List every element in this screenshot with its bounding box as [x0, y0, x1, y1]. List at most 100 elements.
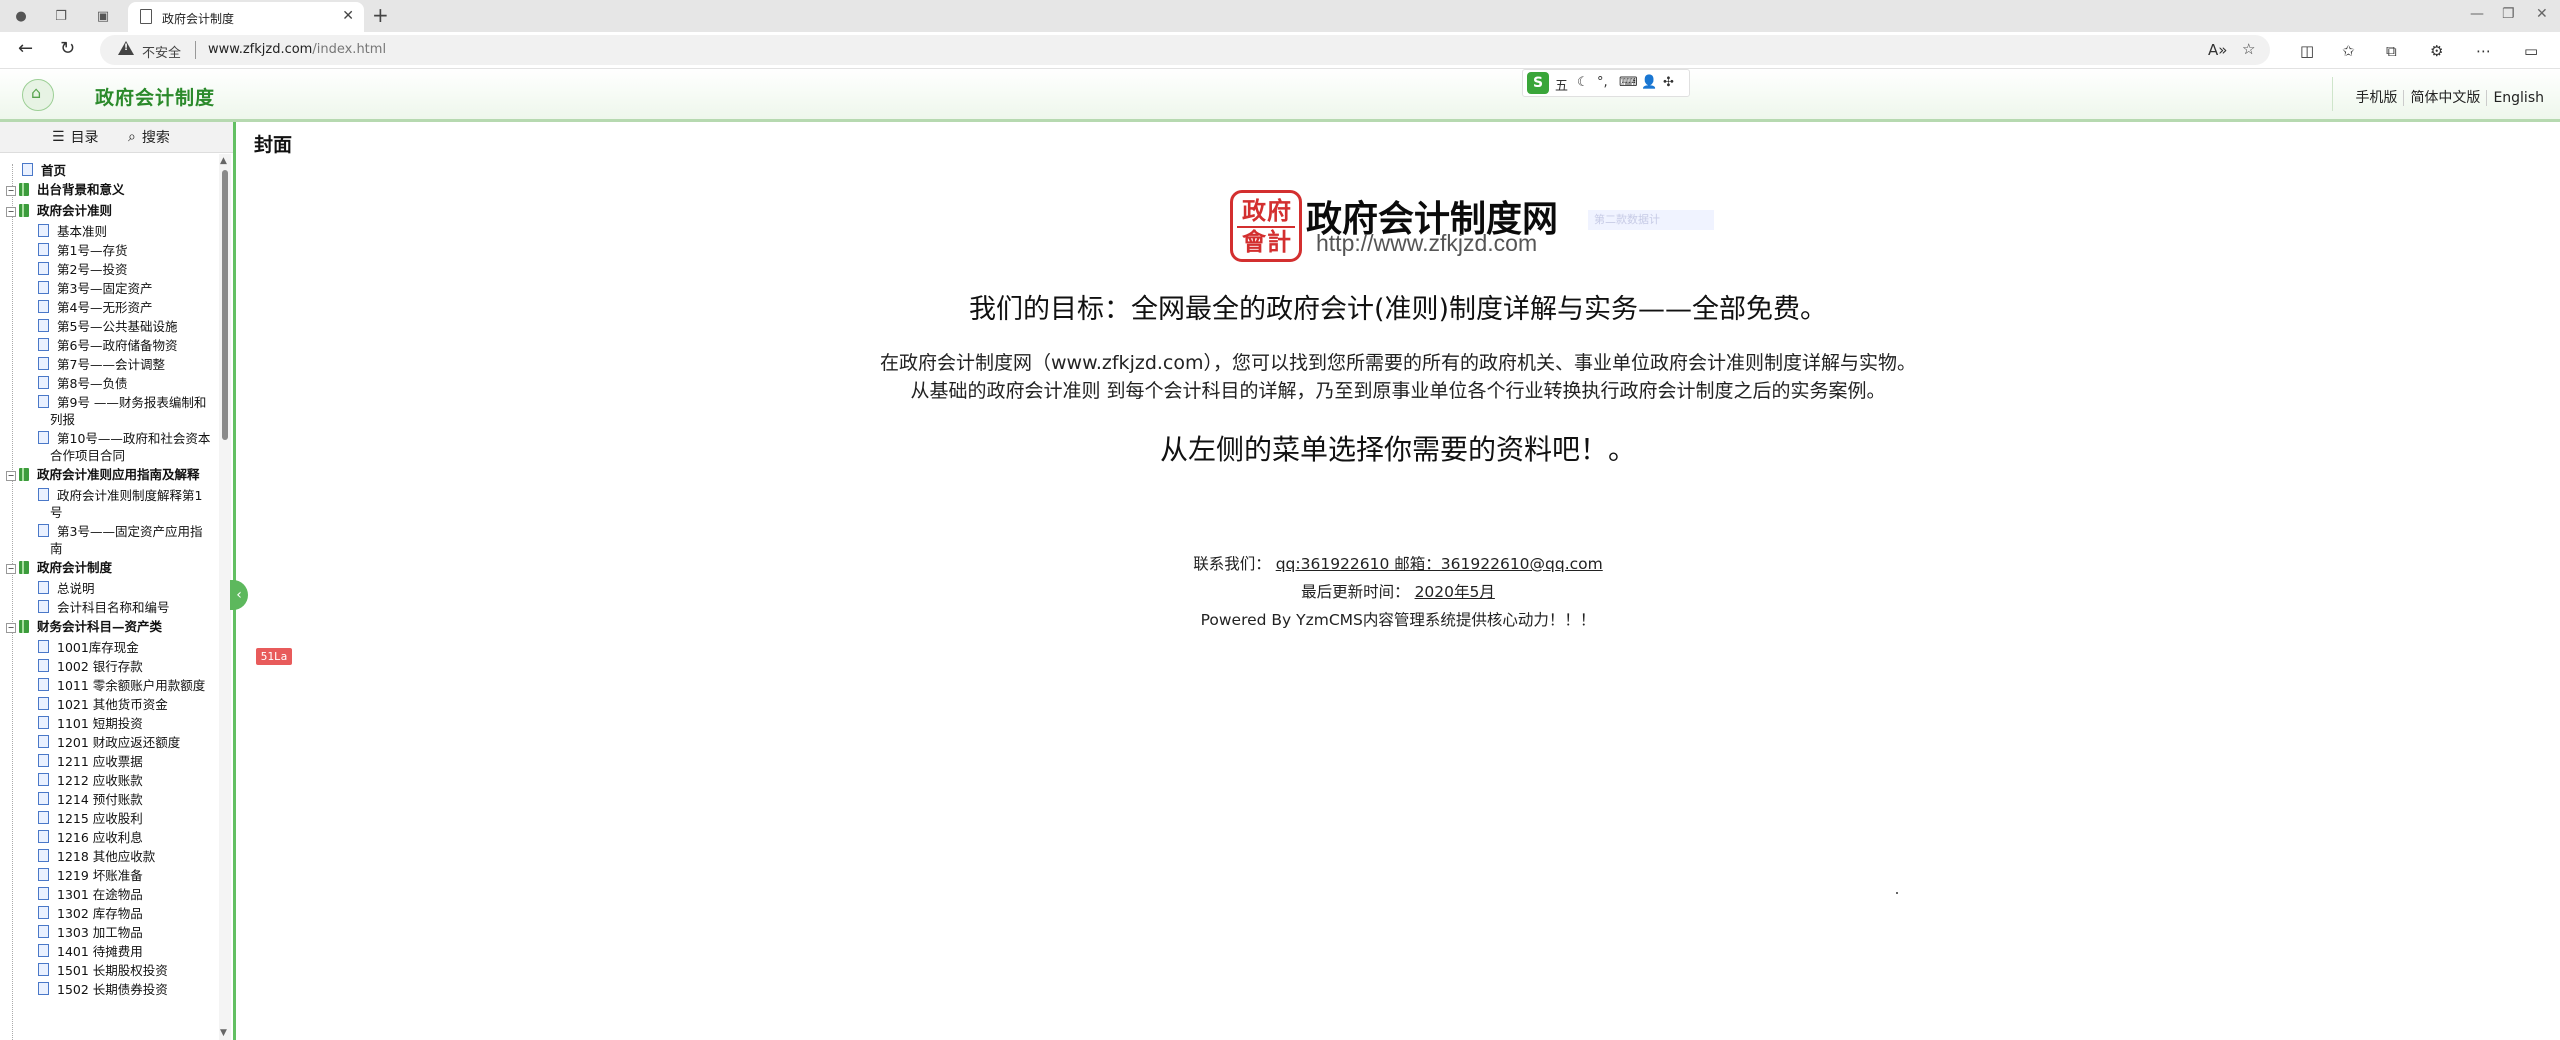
tree-item[interactable]: − 政府会计准则	[6, 202, 112, 219]
tab-search[interactable]: ⌕ 搜索	[128, 127, 170, 147]
tree-item[interactable]: 第5号—公共基础设施	[38, 318, 177, 335]
tree-item[interactable]: 总说明	[38, 580, 95, 597]
tree-item[interactable]: 1502 长期债券投资	[38, 981, 168, 998]
tree-item[interactable]: − 出台背景和意义	[6, 181, 125, 198]
tree-item[interactable]: 1219 坏账准备	[38, 867, 143, 884]
tree-item-continued[interactable]: 合作项目合同	[50, 447, 125, 464]
tree-item[interactable]: 第8号—负债	[38, 375, 127, 392]
simplified-chinese-link[interactable]: 简体中文版	[2410, 90, 2480, 106]
tree-item[interactable]: 基本准则	[38, 223, 107, 240]
split-screen-icon[interactable]: ◫	[2300, 42, 2314, 60]
tree-item[interactable]: 1401 待摊费用	[38, 943, 143, 960]
close-window-button[interactable]: ✕	[2536, 6, 2548, 22]
stats-badge[interactable]: 51La	[256, 648, 292, 665]
security-label[interactable]: 不安全	[142, 42, 181, 61]
tree-item[interactable]: 1215 应收股利	[38, 810, 143, 827]
tree-item[interactable]: 第2号—投资	[38, 261, 127, 278]
vertical-tabs-icon[interactable]: ▣	[92, 6, 114, 26]
page-icon	[38, 754, 49, 767]
tree-item[interactable]: 1002 银行存款	[38, 658, 143, 675]
tree-item[interactable]: 1211 应收票据	[38, 753, 143, 770]
tree-item[interactable]: − 财务会计科目—资产类	[6, 618, 162, 635]
user-icon[interactable]: 👤	[1641, 75, 1657, 90]
favorite-star-icon[interactable]: ☆	[2242, 40, 2255, 58]
restore-button[interactable]: ❐	[2502, 6, 2515, 22]
intro-line-1: 在政府会计制度网（www.zfkjzd.com），您可以找到您所需要的所有的政府…	[879, 352, 1916, 374]
scroll-up-icon[interactable]: ▲	[220, 156, 227, 166]
minimize-button[interactable]: —	[2470, 6, 2484, 22]
tree-item[interactable]: 1301 在途物品	[38, 886, 143, 903]
address-bar[interactable]: 不安全 www.zfkjzd.com/index.html A» ☆	[100, 35, 2270, 65]
tree-item[interactable]: 1212 应收账款	[38, 772, 143, 789]
favorites-icon[interactable]: ✩	[2342, 42, 2355, 60]
page-icon	[38, 830, 49, 843]
new-tab-button[interactable]: +	[372, 3, 389, 27]
tree-item-continued[interactable]: 号	[50, 504, 63, 521]
tree-item[interactable]: 1303 加工物品	[38, 924, 143, 941]
tree-item[interactable]: 1302 库存物品	[38, 905, 143, 922]
browser-tab[interactable]: 政府会计制度 ✕	[128, 2, 364, 32]
scrollbar-thumb[interactable]	[222, 170, 228, 440]
ime-mode-label[interactable]: 五	[1555, 75, 1568, 94]
tree-item[interactable]: 第4号—无形资产	[38, 299, 152, 316]
ime-toolbar[interactable]: S 五 ☾ °, ⌨ 👤 ✣	[1522, 69, 1690, 97]
mobile-version-link[interactable]: 手机版	[2355, 90, 2397, 106]
tree-item[interactable]: 1501 长期股权投资	[38, 962, 168, 979]
site-title[interactable]: 政府会计制度	[95, 83, 215, 110]
collapse-toggle-icon[interactable]: −	[6, 623, 16, 633]
collapse-toggle-icon[interactable]: −	[6, 471, 16, 481]
profile-icon[interactable]: ●	[10, 6, 32, 26]
keyboard-icon[interactable]: ⌨	[1619, 75, 1638, 90]
tree-item[interactable]: 第9号 ——财务报表编制和	[38, 394, 206, 411]
sidebar-toggle-icon[interactable]: ▭	[2524, 42, 2538, 60]
tree-item[interactable]: − 政府会计准则应用指南及解释	[6, 466, 200, 483]
tree-item[interactable]: 第3号—固定资产	[38, 280, 152, 297]
tab-catalog[interactable]: ☰ 目录	[52, 127, 99, 147]
extension-icon[interactable]: ⚙	[2430, 42, 2443, 60]
tree-item[interactable]: 第3号——固定资产应用指	[38, 523, 202, 540]
scroll-down-icon[interactable]: ▼	[220, 1028, 227, 1038]
reload-button[interactable]: ↻	[60, 38, 75, 59]
moon-icon[interactable]: ☾	[1577, 75, 1589, 90]
page-icon	[38, 581, 49, 594]
collapse-toggle-icon[interactable]: −	[6, 564, 16, 574]
tree-item[interactable]: 第10号——政府和社会资本	[38, 430, 210, 447]
tree-item[interactable]: 第6号—政府储备物资	[38, 337, 177, 354]
workspaces-icon[interactable]: ❐	[50, 6, 72, 26]
tree-item[interactable]: 首页	[8, 162, 66, 179]
page-icon	[38, 659, 49, 672]
tree-item[interactable]: 1201 财政应返还额度	[38, 734, 180, 751]
collections-icon[interactable]: ⧉	[2386, 42, 2397, 60]
tree-item[interactable]: 1011 零余额账户用款额度	[38, 677, 205, 694]
tree-item[interactable]: 1021 其他货币资金	[38, 696, 168, 713]
punctuation-icon[interactable]: °,	[1597, 75, 1608, 90]
home-icon[interactable]	[22, 79, 54, 111]
url-text[interactable]: www.zfkjzd.com/index.html	[208, 42, 386, 57]
tree-item-continued[interactable]: 列报	[50, 411, 75, 428]
tree-item[interactable]: 政府会计准则制度解释第1	[38, 487, 202, 504]
tree-item[interactable]: 1218 其他应收款	[38, 848, 155, 865]
updated-link[interactable]: 2020年5月	[1415, 583, 1495, 601]
tree-item[interactable]: 第1号—存货	[38, 242, 127, 259]
page-icon	[38, 281, 49, 294]
collapse-toggle-icon[interactable]: −	[6, 207, 16, 217]
book-icon	[19, 620, 29, 633]
more-menu-icon[interactable]: ⋯	[2476, 42, 2491, 60]
tree-item[interactable]: 1001库存现金	[38, 639, 139, 656]
read-aloud-icon[interactable]: A»	[2208, 41, 2227, 59]
page-icon	[38, 868, 49, 881]
tree-item-continued[interactable]: 南	[50, 540, 63, 557]
tree-item[interactable]: 第7号——会计调整	[38, 356, 165, 373]
collapse-toggle-icon[interactable]: −	[6, 186, 16, 196]
grid-icon[interactable]: ✣	[1663, 75, 1674, 90]
tree-item[interactable]: 1216 应收利息	[38, 829, 143, 846]
tree-item[interactable]: 1214 预付账款	[38, 791, 143, 808]
back-button[interactable]: ←	[18, 38, 33, 59]
contact-link[interactable]: qq:361922610 邮箱：361922610@qq.com	[1276, 555, 1603, 573]
tree-item[interactable]: − 政府会计制度	[6, 559, 112, 576]
close-tab-icon[interactable]: ✕	[342, 8, 354, 24]
english-link[interactable]: English	[2493, 90, 2544, 106]
tree-item[interactable]: 会计科目名称和编号	[38, 599, 170, 616]
page-icon	[38, 963, 49, 976]
tree-item[interactable]: 1101 短期投资	[38, 715, 143, 732]
